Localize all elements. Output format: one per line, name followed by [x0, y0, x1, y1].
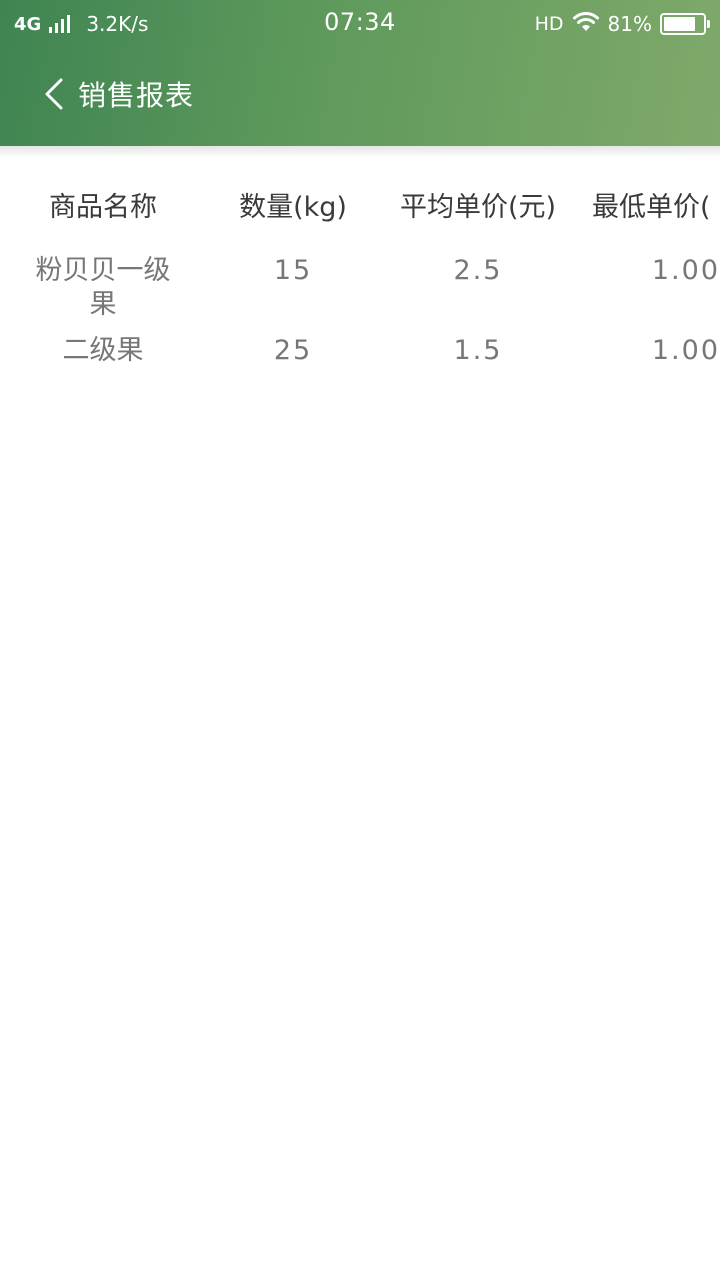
- product-name: 粉贝贝一级果: [35, 255, 171, 320]
- header-min-price: 最低单价(: [592, 192, 711, 223]
- sales-report-screen: 4G 3.2K/s 07:34 HD 81% 销售报表 商品名称 数量(kg) …: [0, 0, 720, 1280]
- status-bar: 4G 3.2K/s 07:34 HD 81%: [0, 0, 720, 48]
- header-quantity: 数量(kg): [239, 192, 347, 223]
- table-header: 商品名称 数量(kg) 平均单价(元) 最低单价(: [0, 180, 720, 236]
- quantity: 25: [273, 335, 313, 366]
- avg-price: 2.5: [453, 255, 503, 286]
- chevron-left-icon: [44, 78, 64, 114]
- min-price: 1.00: [651, 255, 720, 286]
- avg-price: 1.5: [453, 335, 503, 366]
- header-avg-price: 平均单价(元): [399, 192, 557, 223]
- status-right: HD 81%: [534, 10, 710, 38]
- hd-indicator: HD: [534, 13, 564, 35]
- page-title: 销售报表: [78, 79, 195, 112]
- title-bar: 销售报表: [0, 48, 720, 146]
- back-button[interactable]: [36, 76, 72, 116]
- header-product-name: 商品名称: [49, 192, 157, 223]
- battery-percent: 81%: [607, 12, 652, 36]
- quantity: 15: [273, 255, 313, 286]
- table-row[interactable]: 二级果 25 1.5 1.00: [0, 318, 720, 378]
- battery-level: [664, 17, 695, 31]
- product-name: 二级果: [62, 335, 144, 366]
- wifi-icon: [572, 11, 600, 38]
- header-shadow: [0, 146, 720, 158]
- table-row[interactable]: 粉贝贝一级果 15 2.5 1.00: [0, 236, 720, 320]
- battery-icon: [660, 13, 710, 35]
- sales-table: 商品名称 数量(kg) 平均单价(元) 最低单价( 粉贝贝一级果 15 2.5 …: [0, 180, 720, 378]
- min-price: 1.00: [651, 335, 720, 366]
